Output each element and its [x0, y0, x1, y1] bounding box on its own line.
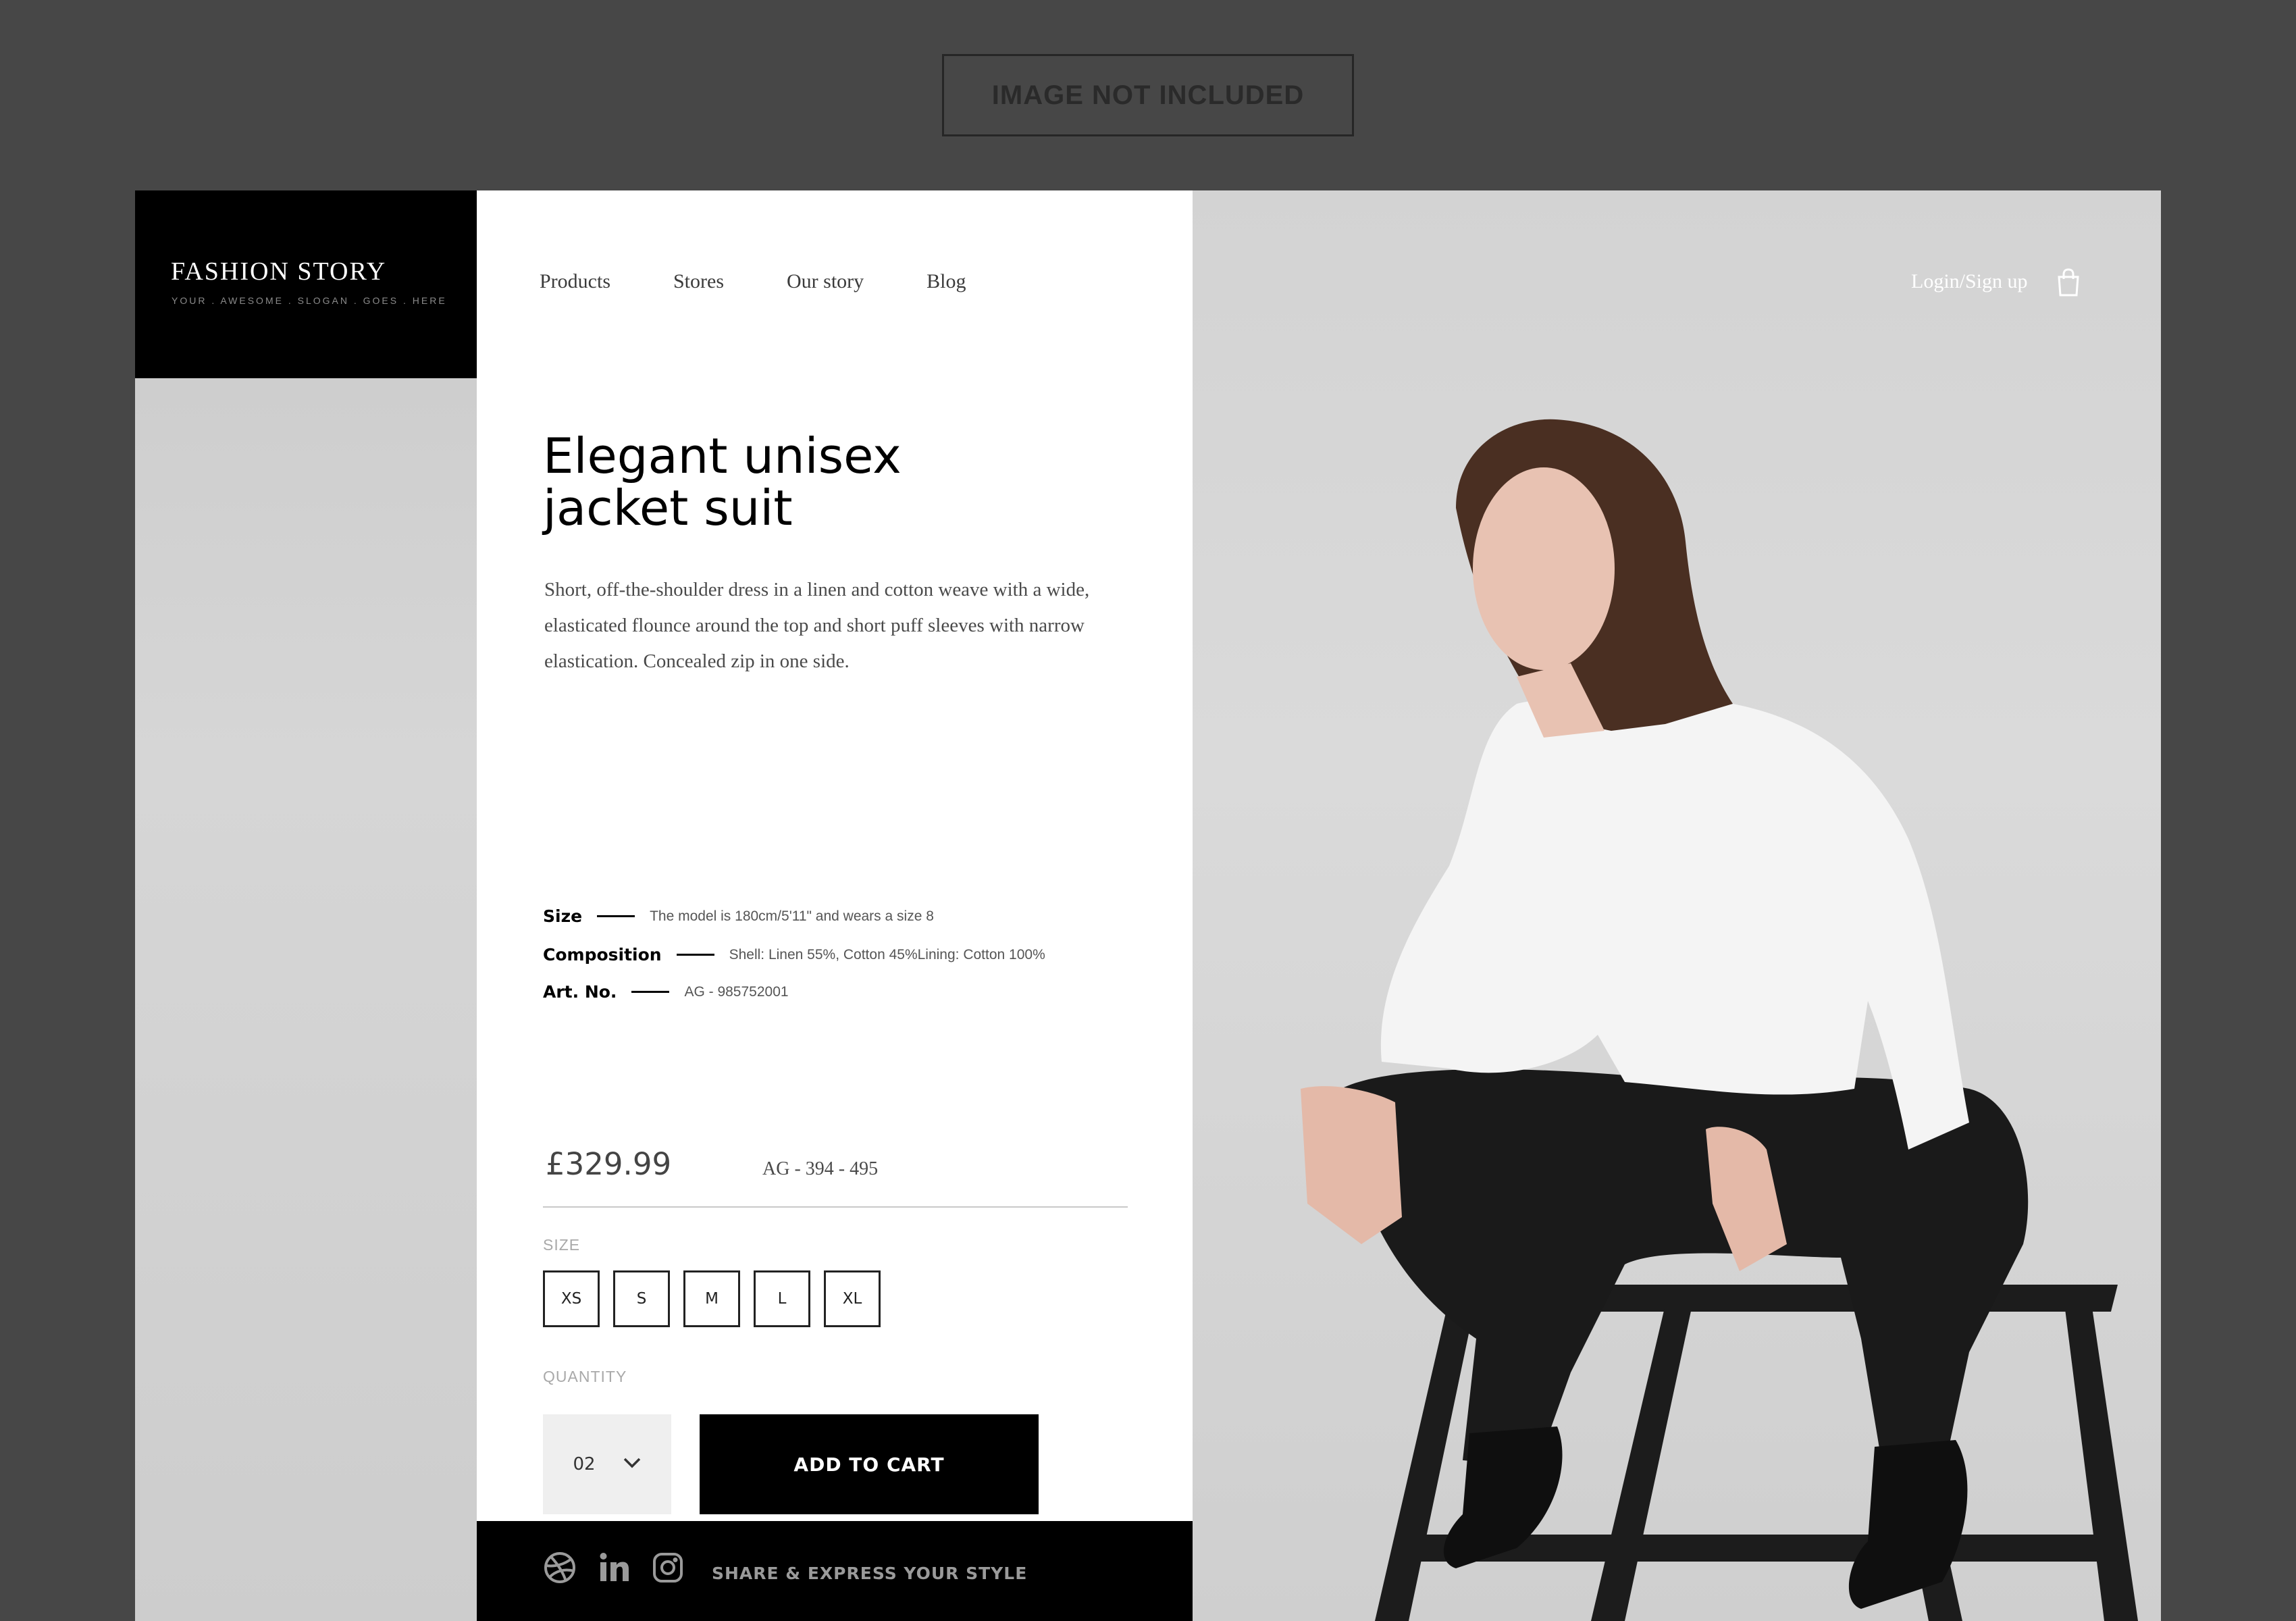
chevron-down-icon: [623, 1457, 642, 1472]
size-option-s[interactable]: S: [613, 1270, 670, 1327]
shoes-shape: [1443, 1426, 1968, 1609]
spec-art-no: Art. No. AG - 985752001: [543, 982, 789, 1002]
product-photo: [1193, 190, 2161, 1621]
product-code: AG - 394 - 495: [762, 1158, 879, 1179]
model-illustration: [1301, 419, 2138, 1621]
image-not-included-banner: IMAGE NOT INCLUDED: [942, 54, 1354, 136]
product-title: Elegant unisex jacket suit: [543, 430, 975, 534]
brand-slogan: YOUR . AWESOME . SLOGAN . GOES . HERE: [172, 295, 447, 306]
size-selector: XS S M L XL: [543, 1270, 881, 1327]
size-label: SIZE: [543, 1236, 581, 1254]
product-price: £329.99: [546, 1146, 672, 1182]
spec-value: Shell: Linen 55%, Cotton 45%Lining: Cott…: [729, 946, 1045, 962]
size-option-l[interactable]: L: [754, 1270, 810, 1327]
nav-item-products[interactable]: Products: [540, 270, 610, 293]
dribbble-icon[interactable]: [543, 1551, 577, 1588]
nav-item-blog[interactable]: Blog: [927, 270, 966, 293]
footer-tagline: SHARE & EXPRESS YOUR STYLE: [712, 1564, 1028, 1583]
brand-name: FASHION STORY: [171, 257, 387, 286]
main-nav: Products Stores Our story Blog: [540, 270, 966, 293]
page-frame: FASHION STORY YOUR . AWESOME . SLOGAN . …: [135, 190, 2161, 1621]
size-option-m[interactable]: M: [683, 1270, 740, 1327]
spec-key: Composition: [543, 945, 662, 964]
instagram-icon[interactable]: [652, 1552, 683, 1587]
spec-key: Art. No.: [543, 982, 617, 1002]
spec-value: AG - 985752001: [684, 983, 789, 1000]
footer-bar: SHARE & EXPRESS YOUR STYLE: [477, 1521, 1193, 1621]
add-to-cart-button[interactable]: ADD TO CART: [700, 1414, 1039, 1514]
price-divider: [543, 1206, 1128, 1208]
spec-divider: [676, 954, 714, 956]
spec-value: The model is 180cm/5'11" and wears a siz…: [650, 908, 934, 924]
linkedin-icon[interactable]: [598, 1551, 631, 1587]
quantity-label: QUANTITY: [543, 1368, 627, 1385]
size-option-xs[interactable]: XS: [543, 1270, 600, 1327]
product-title-line2: jacket suit: [543, 480, 793, 536]
social-icons: [543, 1551, 683, 1588]
size-option-xl[interactable]: XL: [824, 1270, 881, 1327]
quantity-value: 02: [573, 1454, 596, 1474]
head-shape: [1456, 419, 1733, 738]
product-panel: Products Stores Our story Blog Elegant u…: [477, 190, 1193, 1621]
spec-key: Size: [543, 906, 583, 926]
shopping-bag-icon[interactable]: [2057, 268, 2080, 300]
spec-composition: Composition Shell: Linen 55%, Cotton 45%…: [543, 945, 1045, 964]
nav-item-our-story[interactable]: Our story: [787, 270, 864, 293]
nav-item-stores[interactable]: Stores: [673, 270, 724, 293]
spec-divider: [631, 991, 670, 993]
brand-block[interactable]: FASHION STORY YOUR . AWESOME . SLOGAN . …: [135, 190, 477, 378]
spec-divider: [597, 915, 635, 917]
product-description: Short, off-the-shoulder dress in a linen…: [544, 579, 1090, 672]
login-signup-link[interactable]: Login/Sign up: [1911, 270, 2028, 293]
quantity-select[interactable]: 02: [543, 1414, 671, 1514]
left-background-strip: [135, 190, 477, 1621]
product-title-line1: Elegant unisex: [543, 428, 902, 484]
spec-size: Size The model is 180cm/5'11" and wears …: [543, 906, 934, 926]
